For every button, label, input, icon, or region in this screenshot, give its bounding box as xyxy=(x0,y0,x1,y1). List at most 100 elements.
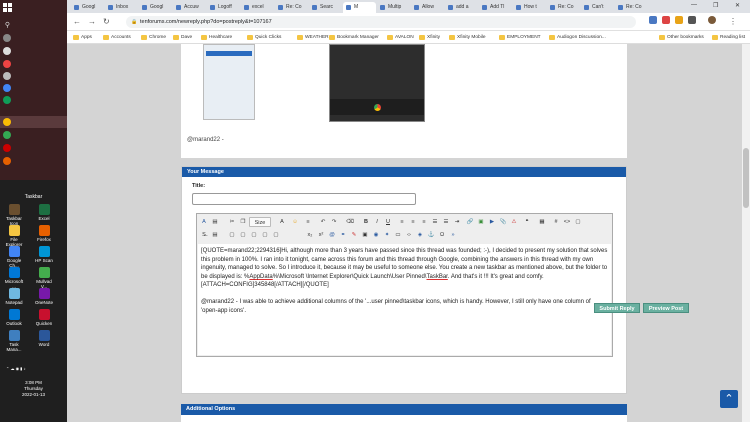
redo-icon[interactable]: ↷ xyxy=(329,217,339,227)
pinned-app-icon[interactable] xyxy=(3,34,11,42)
taskbar-app[interactable]: Notepad xyxy=(3,288,25,305)
browser-tab[interactable]: Googl xyxy=(139,2,172,13)
paste-text-icon[interactable]: ▢ xyxy=(238,230,248,240)
taskbar-app[interactable]: Mullvad V... xyxy=(33,267,55,289)
browser-tab[interactable]: Re: Co xyxy=(275,2,308,13)
link-icon[interactable]: 🔗 xyxy=(465,217,475,227)
clock[interactable]: 3:08 PM Thursday 2022-01-13 xyxy=(0,380,67,398)
table-icon[interactable]: ▦ xyxy=(537,217,547,227)
attachment-thumbnail[interactable] xyxy=(203,44,255,120)
underline-icon[interactable]: U xyxy=(383,217,393,227)
browser-tab[interactable]: Searc xyxy=(309,2,342,13)
link-icon[interactable]: ⚭ xyxy=(338,230,348,240)
forward-icon[interactable]: → xyxy=(88,17,96,26)
extension-icon[interactable] xyxy=(675,16,683,24)
video-icon[interactable]: ▶ xyxy=(487,217,497,227)
extension-icon[interactable] xyxy=(662,16,670,24)
font-format-icon[interactable]: A xyxy=(199,217,209,227)
browser-tab[interactable]: Logoff xyxy=(207,2,240,13)
reload-icon[interactable]: ↻ xyxy=(103,17,110,26)
search-icon[interactable]: ⚲ xyxy=(3,22,12,30)
bookmark-item[interactable]: Audiogon Discussion... xyxy=(549,31,606,44)
italic-icon[interactable]: I xyxy=(372,217,382,227)
taskbar-app[interactable]: Taskbar Icon xyxy=(3,204,25,226)
pinned-app-icon[interactable] xyxy=(3,72,11,80)
taskbar-app[interactable]: File Explorer xyxy=(3,225,25,247)
pinned-app-icon[interactable] xyxy=(3,131,11,139)
bullet-list-icon[interactable]: ☰ xyxy=(441,217,451,227)
submit-reply-button[interactable]: Submit Reply xyxy=(594,303,640,313)
close-icon[interactable]: ✕ xyxy=(735,2,740,9)
pinned-app-icon[interactable] xyxy=(3,47,11,55)
bold-icon[interactable]: B xyxy=(361,217,371,227)
title-input[interactable] xyxy=(192,193,416,205)
bookmark-other[interactable]: Other bookmarks xyxy=(659,31,704,44)
bookmark-item[interactable]: Apps xyxy=(73,31,92,44)
image-icon[interactable]: ▣ xyxy=(476,217,486,227)
image-icon[interactable]: ▣ xyxy=(360,230,370,240)
browser-tab[interactable]: M xyxy=(343,2,376,13)
more-icon[interactable]: » xyxy=(448,230,458,240)
bookmark-item[interactable]: WEATHER xyxy=(297,31,329,44)
taskbar-app[interactable]: HP Scan xyxy=(33,246,55,263)
browser-tab[interactable]: add a xyxy=(445,2,478,13)
browser-tab[interactable]: Add Tl xyxy=(479,2,512,13)
bookmark-reading-list[interactable]: Reading list xyxy=(712,31,745,44)
format-icon[interactable]: ▤ xyxy=(210,217,220,227)
code-icon[interactable]: <> xyxy=(562,217,572,227)
back-icon[interactable]: ← xyxy=(73,17,81,26)
paste-icon[interactable]: ▢ xyxy=(227,230,237,240)
menu-icon[interactable]: ⋮ xyxy=(729,17,737,26)
align-center-icon[interactable]: ≡ xyxy=(408,217,418,227)
taskbar-app[interactable]: Word xyxy=(33,330,55,347)
browser-tab[interactable]: Re: Co xyxy=(547,2,580,13)
maximize-icon[interactable]: ❐ xyxy=(713,2,718,9)
browser-tab[interactable]: Accuw xyxy=(173,2,206,13)
spoiler-icon[interactable]: ⚠ xyxy=(509,217,519,227)
twitter-icon[interactable]: ✦ xyxy=(382,230,392,240)
taskbar-app[interactable]: OneNote xyxy=(33,288,55,305)
pinned-app-icon[interactable] xyxy=(3,144,11,152)
php-icon[interactable]: ▢ xyxy=(573,217,583,227)
pinned-app-icon[interactable] xyxy=(3,118,11,126)
email-link-icon[interactable]: @ xyxy=(327,230,337,240)
preview-post-button[interactable]: Preview Post xyxy=(643,303,689,313)
align-icon[interactable]: ≡ xyxy=(303,217,313,227)
media-icon[interactable]: ▭ xyxy=(393,230,403,240)
browser-tab[interactable]: How t xyxy=(513,2,546,13)
taskbar-app[interactable]: Outlook xyxy=(3,309,25,326)
start-icon[interactable] xyxy=(3,3,12,12)
special-char-icon[interactable]: Ω xyxy=(437,230,447,240)
attachment-icon[interactable]: 📎 xyxy=(498,217,508,227)
message-textarea[interactable]: [QUOTE=marand22;2294316]Hi, although mor… xyxy=(198,244,611,355)
bookmark-item[interactable]: Xfinity Mobile xyxy=(449,31,486,44)
browser-tab[interactable]: excel xyxy=(241,2,274,13)
page-scrollbar[interactable] xyxy=(742,44,750,422)
subscript-icon[interactable]: x₂ xyxy=(305,230,315,240)
find-icon[interactable]: ▢ xyxy=(260,230,270,240)
indent-icon[interactable]: ⇥ xyxy=(452,217,462,227)
scrollbar-thumb[interactable] xyxy=(743,148,749,208)
anchor-icon[interactable]: ⚓ xyxy=(426,230,436,240)
attachment-thumbnail[interactable] xyxy=(329,44,425,122)
bookmark-item[interactable]: EMPLOYMENT xyxy=(499,31,541,44)
bookmark-item[interactable]: Dave xyxy=(173,31,192,44)
clear-format-icon[interactable]: ⌫ xyxy=(345,217,355,227)
browser-tab[interactable]: Re: Co xyxy=(615,2,648,13)
ordered-list-icon[interactable]: ☰ xyxy=(430,217,440,227)
cut-icon[interactable]: ✂ xyxy=(227,217,237,227)
strike-icon[interactable]: S̶ xyxy=(199,230,209,240)
font-size-select[interactable]: Size xyxy=(249,217,271,227)
superscript-icon[interactable]: x² xyxy=(316,230,326,240)
code-icon[interactable]: ‹› xyxy=(404,230,414,240)
address-bar[interactable]: 🔒 tenforums.com/newreply.php?do=postrepl… xyxy=(126,16,636,28)
minimize-icon[interactable]: — xyxy=(691,2,697,8)
pinned-app-icon[interactable] xyxy=(3,84,11,92)
browser-tab[interactable]: Multip xyxy=(377,2,410,13)
globe-icon[interactable]: ◉ xyxy=(371,230,381,240)
taskbar-app[interactable]: Task Mana... xyxy=(3,330,25,352)
smiley-icon[interactable]: ☺ xyxy=(290,217,300,227)
align-right-icon[interactable]: ≡ xyxy=(419,217,429,227)
bookmark-item[interactable]: Xfinity xyxy=(419,31,440,44)
align-left-icon[interactable]: ≡ xyxy=(397,217,407,227)
